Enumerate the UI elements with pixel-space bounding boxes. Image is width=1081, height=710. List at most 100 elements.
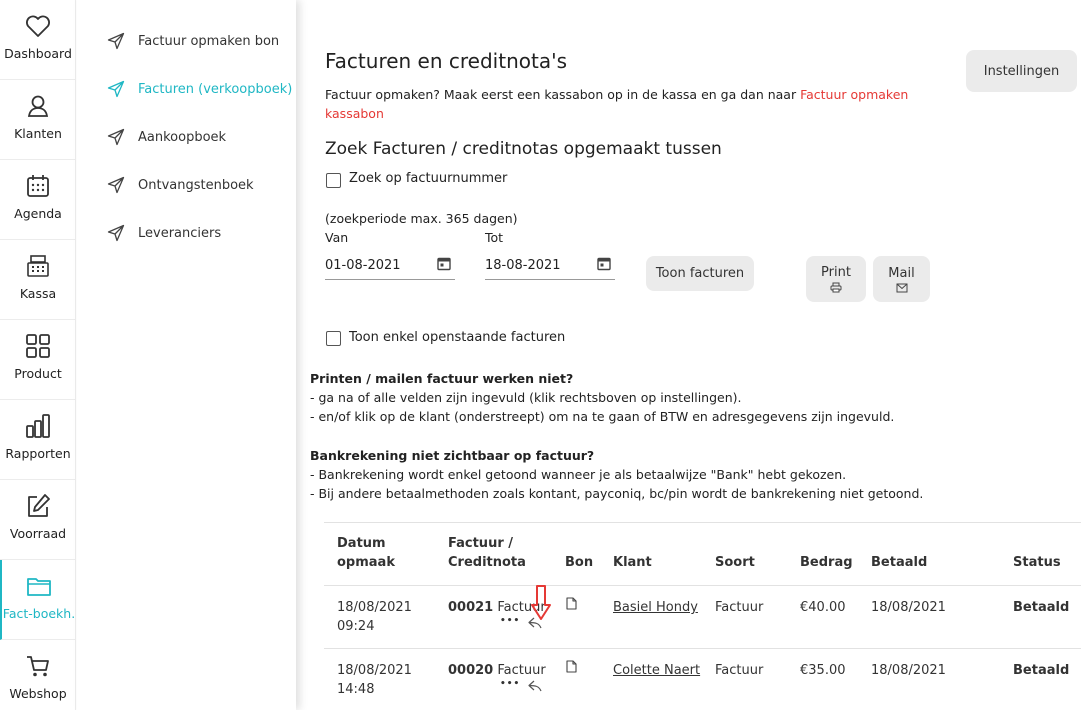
send-icon: [107, 176, 125, 194]
nav-kassa-label: Kassa: [19, 286, 57, 301]
col-invoice-header-line1: Factuur /: [448, 536, 514, 551]
search-section-title: Zoek Facturen / creditnotas opgemaakt tu…: [325, 139, 722, 159]
from-date-input[interactable]: 01-08-2021: [325, 254, 455, 280]
col-bon-header: Bon: [565, 555, 594, 570]
nav-fact-boekh[interactable]: Fact-boekh.: [0, 560, 76, 640]
row-client-link[interactable]: Basiel Hondy: [613, 598, 698, 617]
bar-chart-icon: [26, 414, 50, 438]
document-icon[interactable]: [566, 597, 577, 610]
submenu-label: Facturen (verkoopboek): [138, 81, 293, 97]
app-window: Dashboard Klanten Agenda Kassa Product R…: [0, 0, 1081, 710]
cart-icon: [27, 656, 49, 677]
calendar-icon[interactable]: [437, 256, 451, 271]
row-time: 09:24: [337, 619, 375, 634]
cash-register-icon: [27, 255, 49, 277]
nav-webshop-label: Webshop: [9, 686, 67, 701]
row-date: 18/08/2021: [337, 600, 412, 615]
calendar-icon[interactable]: [597, 256, 611, 271]
intro-text: Factuur opmaken? Maak eerst een kassabon…: [325, 87, 801, 102]
row-amount: €40.00: [800, 600, 846, 615]
col-date-header-line2: opmaak: [337, 555, 395, 570]
grid-icon: [26, 334, 50, 358]
help-note-bank: Bankrekening niet zichtbaar op factuur? …: [310, 446, 923, 503]
nav-agenda-label: Agenda: [14, 206, 62, 221]
row-paid-date: 18/08/2021: [871, 600, 946, 615]
submenu-ontvangstenboek[interactable]: Ontvangstenboek: [107, 176, 254, 194]
help-note-printing-line2: - en/of klik op de klant (onderstreept) …: [310, 409, 895, 424]
col-date-header: Datum opmaak: [337, 534, 395, 572]
main-content: Facturen en creditnota's Instellingen Fa…: [296, 0, 1081, 710]
col-client-header: Klant: [613, 555, 652, 570]
table-top-divider: [324, 522, 1081, 523]
search-by-number-checkbox[interactable]: [326, 173, 341, 188]
search-by-number-label: Zoek op factuurnummer: [349, 171, 508, 186]
nav-klanten-label: Klanten: [14, 126, 62, 141]
nav-webshop[interactable]: Webshop: [0, 640, 76, 710]
annotation-arrow-icon: [531, 585, 551, 620]
row-date: 18/08/2021: [337, 663, 412, 678]
send-icon: [107, 80, 125, 98]
nav-agenda[interactable]: Agenda: [0, 160, 76, 240]
nav-product[interactable]: Product: [0, 320, 76, 400]
row-invoice-number: 00021: [448, 600, 494, 615]
submenu-facturen-verkoopboek[interactable]: Facturen (verkoopboek): [107, 80, 292, 98]
help-note-printing: Printen / mailen factuur werken niet? - …: [310, 369, 894, 426]
to-label: Tot: [485, 230, 504, 245]
mail-button[interactable]: Mail: [873, 256, 930, 302]
reply-icon[interactable]: [528, 680, 542, 692]
to-date-value: 18-08-2021: [485, 258, 561, 273]
from-label: Van: [325, 230, 349, 245]
calendar-icon: [27, 175, 49, 197]
period-note: (zoekperiode max. 365 dagen): [325, 211, 518, 226]
nav-voorraad[interactable]: Voorraad: [0, 480, 76, 560]
invoice-from-receipt-link-cont[interactable]: kassabon: [325, 103, 384, 124]
col-invoice-header-line2: Creditnota: [448, 555, 526, 570]
show-invoices-button[interactable]: Toon facturen: [646, 256, 754, 291]
settings-button[interactable]: Instellingen: [966, 50, 1077, 92]
col-paid-header: Betaald: [871, 555, 928, 570]
open-invoices-only-checkbox[interactable]: [326, 331, 341, 346]
nav-fact-boekh-label: Fact-boekh.: [2, 606, 76, 621]
help-note-bank-line1: - Bankrekening wordt enkel getoond wanne…: [310, 467, 847, 482]
print-button[interactable]: Print: [806, 256, 866, 302]
row-invoice-number: 00020: [448, 663, 494, 678]
submenu-label: Factuur opmaken bon: [138, 33, 280, 49]
user-icon: [27, 95, 49, 117]
send-icon: [107, 32, 125, 50]
nav-klanten[interactable]: Klanten: [0, 80, 76, 160]
nav-rapporten[interactable]: Rapporten: [0, 400, 76, 480]
help-note-bank-line2: - Bij andere betaalmethoden zoals kontan…: [310, 486, 924, 501]
to-date-input[interactable]: 18-08-2021: [485, 254, 615, 280]
row-amount: €35.00: [800, 663, 846, 678]
row-paid-date: 18/08/2021: [871, 663, 946, 678]
submenu-label: Leveranciers: [138, 225, 222, 241]
main-nav-rail: Dashboard Klanten Agenda Kassa Product R…: [0, 0, 76, 710]
mail-button-label: Mail: [888, 265, 915, 281]
submenu-factuur-opmaken-bon[interactable]: Factuur opmaken bon: [107, 32, 279, 50]
col-status-header: Status: [1013, 555, 1061, 570]
submenu-panel: Factuur opmaken bon Facturen (verkoopboe…: [77, 0, 296, 710]
row-invoice[interactable]: 00020 Factuur: [448, 661, 546, 680]
open-invoices-only-label: Toon enkel openstaande facturen: [349, 330, 566, 345]
nav-kassa[interactable]: Kassa: [0, 240, 76, 320]
more-options-icon[interactable]: •••: [500, 675, 520, 694]
nav-product-label: Product: [14, 366, 62, 381]
envelope-icon: [896, 283, 907, 292]
table-header-divider: [324, 585, 1081, 586]
row-time: 14:48: [337, 682, 375, 697]
help-note-bank-title: Bankrekening niet zichtbaar op factuur?: [310, 448, 595, 463]
row-status: Betaald: [1013, 663, 1070, 678]
row-client-link[interactable]: Colette Naert: [613, 661, 700, 680]
submenu-aankoopboek[interactable]: Aankoopboek: [107, 128, 226, 146]
more-options-icon[interactable]: •••: [500, 612, 520, 631]
nav-voorraad-label: Voorraad: [9, 526, 67, 541]
submenu-leveranciers[interactable]: Leveranciers: [107, 224, 221, 242]
document-icon[interactable]: [566, 660, 577, 673]
row-status: Betaald: [1013, 600, 1070, 615]
col-date-header-line1: Datum: [337, 536, 386, 551]
invoice-from-receipt-link[interactable]: Factuur opmaken: [800, 87, 908, 102]
folder-icon: [27, 578, 51, 596]
help-note-printing-title: Printen / mailen factuur werken niet?: [310, 371, 574, 386]
col-type-header: Soort: [715, 555, 755, 570]
nav-dashboard[interactable]: Dashboard: [0, 0, 76, 80]
